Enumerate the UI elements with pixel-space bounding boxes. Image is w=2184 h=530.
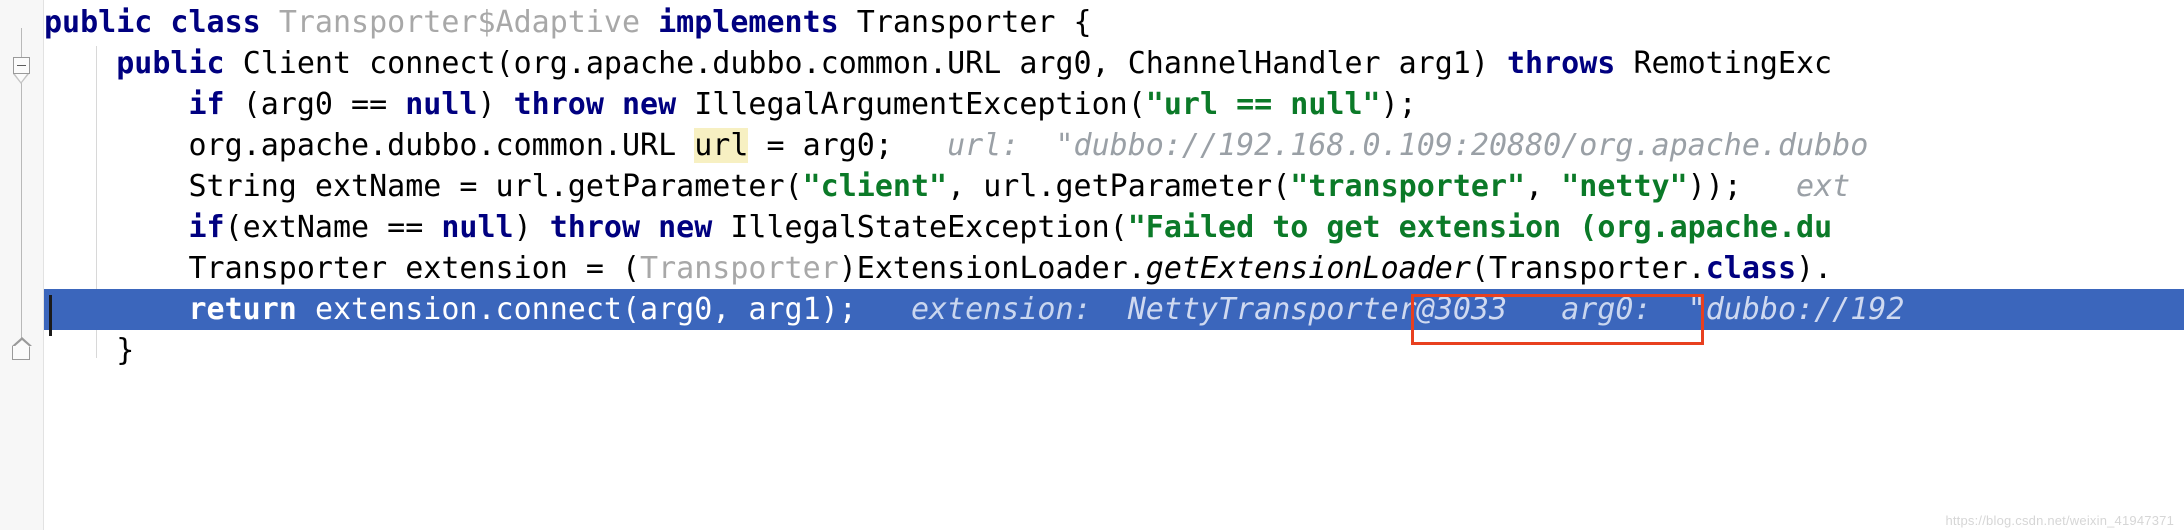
line-null-check-arg0-token-5: throw new xyxy=(513,87,695,122)
line-return-connect-token-2: extension.connect(arg0, arg1); xyxy=(314,292,911,327)
line-null-check-extname-token-4: ) xyxy=(513,210,550,245)
line-null-check-arg0-token-3: null xyxy=(405,87,478,122)
line-null-check-arg0-token-2: (arg0 == xyxy=(242,87,406,122)
line-return-connect-token-3: extension: xyxy=(910,292,1128,327)
line-return-connect-token-5: arg0: xyxy=(1507,292,1688,327)
line-extension-loader-token-5: (Transporter. xyxy=(1470,251,1706,286)
line-method-signature-token-4: RemotingExc xyxy=(1633,46,1833,81)
fold-minus-icon[interactable] xyxy=(13,57,30,74)
line-extname-assignment-token-4: "transporter" xyxy=(1290,169,1526,204)
fold-region-start-icon xyxy=(13,74,29,84)
line-null-check-extname-token-5: throw new xyxy=(549,210,731,245)
line-null-check-arg0-token-7: "url == null" xyxy=(1145,87,1381,122)
line-null-check-arg0[interactable]: if (arg0 == null) throw new IllegalArgum… xyxy=(44,84,2184,125)
line-extension-loader-token-4: getExtensionLoader xyxy=(1145,251,1471,286)
line-null-check-extname-token-2: (extName == xyxy=(224,210,442,245)
line-extname-assignment-token-1: String extName = url.getParameter( xyxy=(188,169,803,204)
line-closing-brace-token-0: } xyxy=(44,333,135,368)
line-return-connect[interactable]: return extension.connect(arg0, arg1); ex… xyxy=(44,289,2184,330)
line-null-check-arg0-token-8: ); xyxy=(1380,87,1417,122)
line-return-connect-token-6: "dubbo://192 xyxy=(1687,292,1905,327)
line-method-signature-token-0 xyxy=(44,46,116,81)
line-extension-loader-token-1: Transporter extension = ( xyxy=(188,251,641,286)
line-null-check-extname-token-1: if xyxy=(188,210,225,245)
line-extension-loader-token-3: )ExtensionLoader. xyxy=(838,251,1146,286)
text-caret xyxy=(49,295,52,336)
watermark: https://blog.csdn.net/weixin_41947371 xyxy=(1945,513,2174,528)
line-extname-assignment-token-6: "netty" xyxy=(1561,169,1688,204)
line-null-check-arg0-token-4: ) xyxy=(477,87,514,122)
line-null-check-extname[interactable]: if(extName == null) throw new IllegalSta… xyxy=(44,207,2184,248)
line-extname-assignment[interactable]: String extName = url.getParameter("clien… xyxy=(44,166,2184,207)
line-method-signature-token-2: Client connect(org.apache.dubbo.common.U… xyxy=(242,46,1507,81)
code-editor[interactable]: public class Transporter$Adaptive implem… xyxy=(0,0,2184,530)
line-class-decl-token-2: implements xyxy=(658,5,857,40)
line-extname-assignment-token-5: , xyxy=(1525,169,1562,204)
line-return-connect-token-4: NettyTransporter@3033 xyxy=(1127,292,1508,327)
line-extension-loader-token-7: ). xyxy=(1796,251,1833,286)
editor-gutter[interactable] xyxy=(0,0,44,530)
line-closing-brace[interactable]: } xyxy=(44,330,2184,371)
line-null-check-arg0-token-0 xyxy=(44,87,189,122)
line-extname-assignment-token-3: , url.getParameter( xyxy=(947,169,1291,204)
line-url-assignment-token-0 xyxy=(44,128,189,163)
line-null-check-arg0-token-6: IllegalArgumentException( xyxy=(694,87,1146,122)
line-return-connect-token-1: return xyxy=(188,292,315,327)
fold-region-end-icon[interactable] xyxy=(11,337,32,360)
line-url-assignment-token-3: = arg0; xyxy=(748,128,948,163)
line-url-assignment-token-1: org.apache.dubbo.common.URL xyxy=(188,128,695,163)
line-url-assignment[interactable]: org.apache.dubbo.common.URL url = arg0; … xyxy=(44,125,2184,166)
line-class-decl[interactable]: public class Transporter$Adaptive implem… xyxy=(44,2,2184,43)
line-null-check-extname-token-6: IllegalStateException( xyxy=(730,210,1128,245)
line-extname-assignment-token-0 xyxy=(44,169,189,204)
line-url-assignment-token-2: url xyxy=(694,128,749,163)
line-extname-assignment-token-2: "client" xyxy=(802,169,948,204)
line-method-signature-token-1: public xyxy=(116,46,243,81)
line-class-decl-token-3: Transporter { xyxy=(856,5,1092,40)
line-extname-assignment-token-7: )); xyxy=(1687,169,1797,204)
line-extension-loader-token-0 xyxy=(44,251,189,286)
line-method-signature[interactable]: public Client connect(org.apache.dubbo.c… xyxy=(44,43,2184,84)
line-null-check-arg0-token-1: if xyxy=(188,87,243,122)
line-url-assignment-token-5: "dubbo://192.168.0.109:20880/org.apache.… xyxy=(1055,128,1869,163)
line-extension-loader-token-2: Transporter xyxy=(640,251,839,286)
line-null-check-extname-token-7: "Failed to get extension (org.apache.du xyxy=(1127,210,1833,245)
line-method-signature-token-3: throws xyxy=(1507,46,1634,81)
line-url-assignment-token-4: url: xyxy=(947,128,1056,163)
line-extname-assignment-token-8: ext xyxy=(1796,169,1851,204)
line-extension-loader-token-6: class xyxy=(1705,251,1797,286)
line-class-decl-token-0: public class xyxy=(44,5,279,40)
line-extension-loader[interactable]: Transporter extension = (Transporter)Ext… xyxy=(44,248,2184,289)
line-class-decl-token-1: Transporter$Adaptive xyxy=(278,5,659,40)
line-null-check-extname-token-0 xyxy=(44,210,189,245)
line-null-check-extname-token-3: null xyxy=(441,210,514,245)
code-lines-container[interactable]: public class Transporter$Adaptive implem… xyxy=(44,0,2184,530)
line-return-connect-token-0 xyxy=(44,292,189,327)
